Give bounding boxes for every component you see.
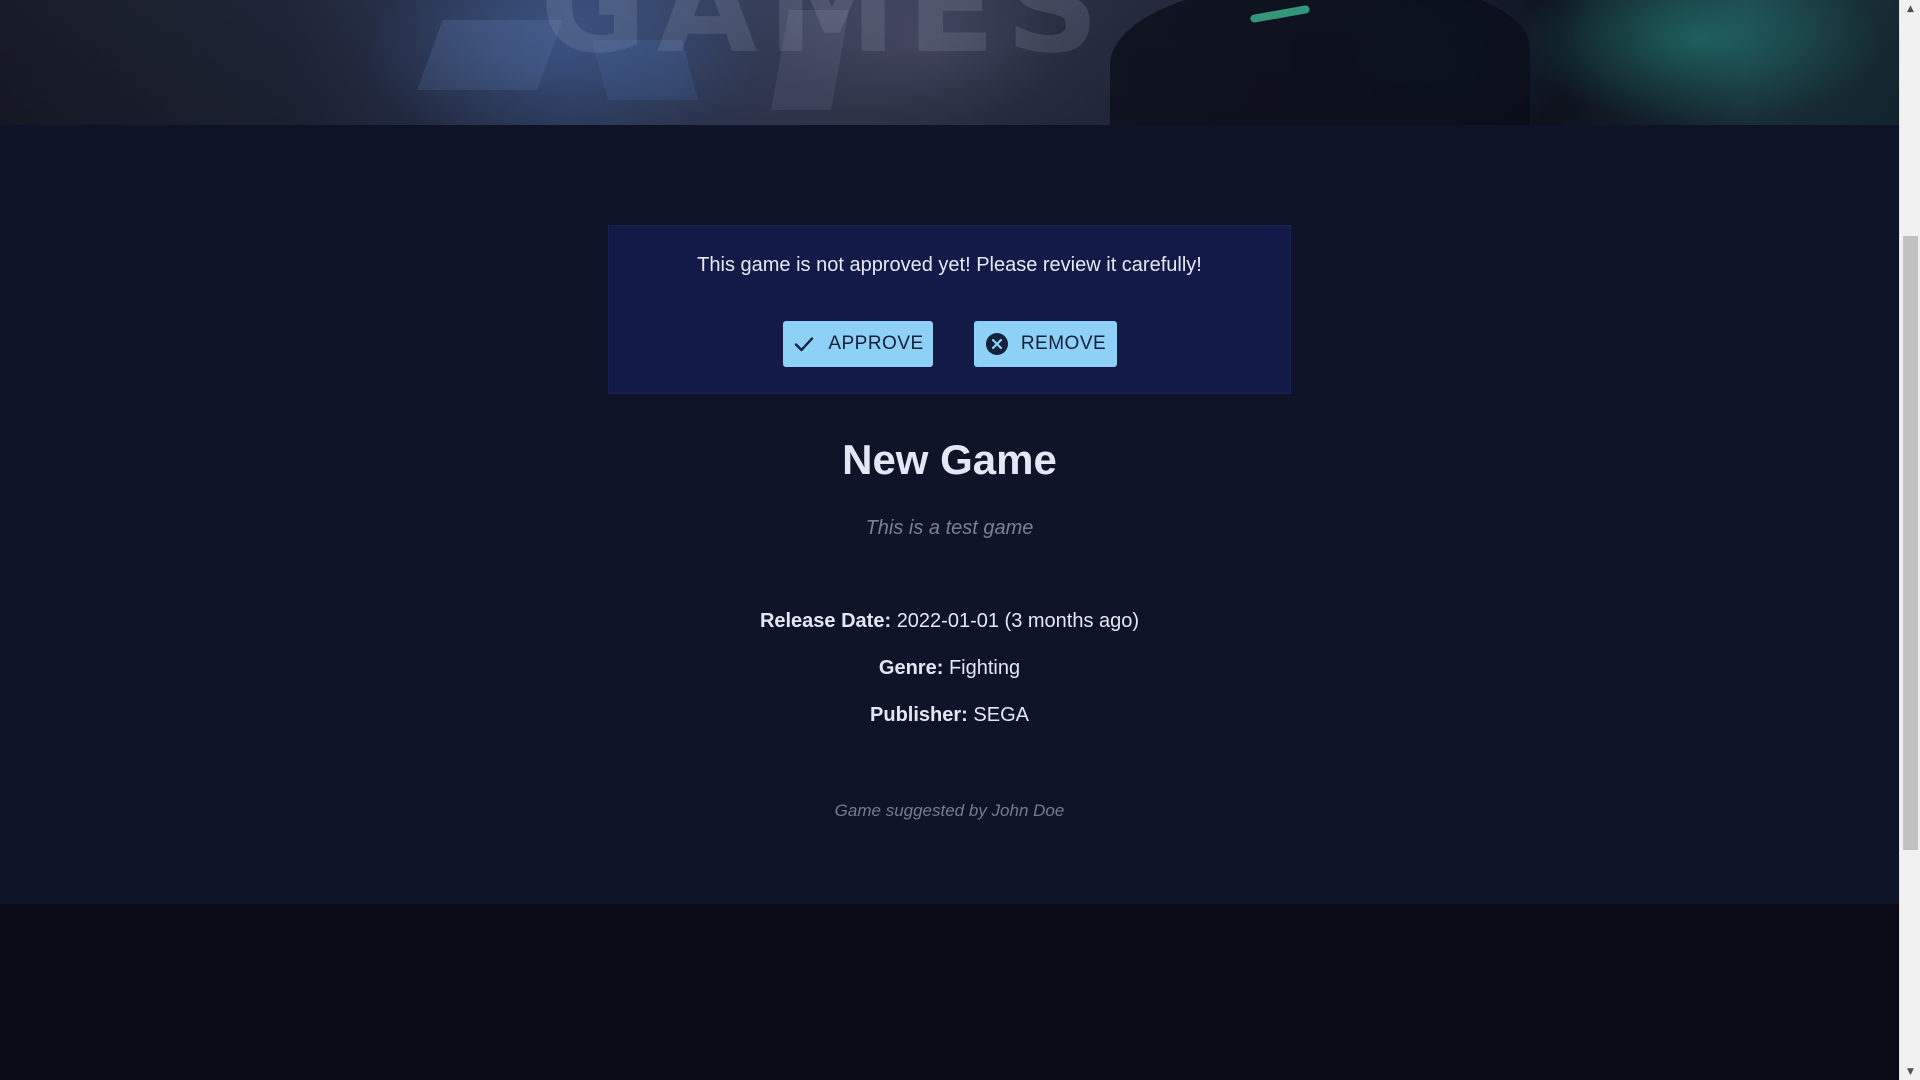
page: GAMES This game is not approved yet! Ple… [0,0,1899,1080]
check-icon [792,332,816,356]
release-date-label: Release Date: [759,610,892,632]
suggested-by-text: Game suggested by John Doe [834,801,1065,820]
approval-notice: This game is not approved yet! Please re… [608,225,1291,394]
publisher-label: Publisher: [870,704,968,726]
release-date-row: Release Date: 2022-01-01 (3 months ago) [0,610,1899,633]
game-title: New Game [842,436,1057,483]
approve-button[interactable]: APPROVE [783,321,933,367]
game-description: This is a test game [865,517,1034,539]
vertical-scrollbar[interactable]: ▲ ▼ [1899,0,1920,1080]
game-detail-section: This game is not approved yet! Please re… [0,125,1899,904]
publisher-value: SEGA [973,704,1029,726]
genre-value: Fighting [948,657,1021,679]
hero-banner-image: GAMES [0,0,1899,125]
approve-button-label: APPROVE [828,333,924,354]
remove-button-label: REMOVE [1020,333,1107,354]
scroll-down-arrow-icon[interactable]: ▼ [1900,1063,1920,1080]
genre-label: Genre: [878,657,944,679]
release-date-value: 2022-01-01 (3 months ago) [896,610,1140,632]
remove-button[interactable]: REMOVE [974,321,1117,367]
genre-row: Genre: Fighting [0,657,1899,680]
approval-notice-text: This game is not approved yet! Please re… [697,254,1202,276]
scroll-up-arrow-icon[interactable]: ▲ [1900,0,1920,17]
scrollbar-thumb[interactable] [1903,236,1918,850]
footer [0,904,1899,1080]
publisher-row: Publisher: SEGA [0,704,1899,727]
close-circle-icon [985,332,1009,356]
